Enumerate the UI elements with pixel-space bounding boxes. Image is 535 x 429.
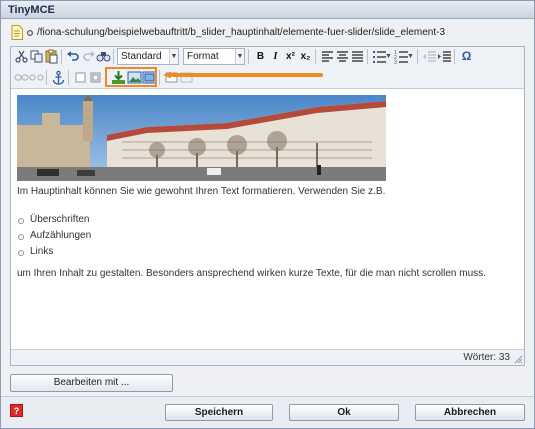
annotation-arrow	[163, 71, 323, 79]
dialog-footer: ? Speichern Ok Abbrechen	[1, 396, 534, 428]
path-separator-icon	[26, 29, 34, 37]
unlink-icon[interactable]	[28, 69, 45, 86]
style-select-value: Standard	[121, 51, 162, 62]
chevron-down-icon: ▼	[235, 49, 244, 64]
chevron-down-icon[interactable]: ▼	[406, 48, 414, 65]
document-path: /fiona-schulung/beispielwebauftritt/b_sl…	[37, 27, 446, 38]
format-select[interactable]: Format ▼	[183, 48, 245, 65]
document-icon	[11, 25, 23, 40]
ok-button[interactable]: Ok	[289, 404, 399, 421]
editor-content[interactable]: Im Hauptinhalt können Sie wie gewohnt Ih…	[11, 90, 524, 343]
word-count: Wörter: 33	[463, 352, 510, 363]
edit-with-button[interactable]: Bearbeiten mit ...	[10, 374, 173, 392]
find-icon[interactable]	[95, 48, 112, 65]
resize-grip-icon[interactable]	[514, 355, 523, 364]
content-bullet-list: Überschriften Aufzählungen Links	[17, 214, 91, 262]
align-justify-icon[interactable]	[349, 48, 366, 65]
content-paragraph-1: Im Hauptinhalt können Sie wie gewohnt Ih…	[17, 186, 386, 197]
list-item: Aufzählungen	[17, 230, 91, 246]
svg-text:3: 3	[394, 60, 397, 64]
campus-photo	[17, 95, 386, 181]
title-bar: TinyMCE	[1, 1, 534, 19]
style-select[interactable]: Standard ▼	[117, 48, 179, 65]
editor-statusbar: Wörter: 33	[11, 349, 524, 365]
cancel-button[interactable]: Abbrechen	[415, 404, 525, 421]
list-item: Überschriften	[17, 214, 91, 230]
highlighted-image-buttons	[105, 67, 157, 87]
special-character-button[interactable]: Ω	[458, 48, 475, 65]
indent-icon[interactable]	[436, 48, 453, 65]
chevron-down-icon[interactable]: ▼	[384, 48, 392, 65]
document-path-bar: /fiona-schulung/beispielwebauftritt/b_sl…	[11, 25, 526, 41]
help-icon[interactable]: ?	[10, 404, 23, 417]
anchor-icon[interactable]	[50, 69, 67, 86]
list-item: Links	[17, 246, 91, 262]
save-button[interactable]: Speichern	[165, 404, 273, 421]
content-paragraph-2: um Ihren Inhalt zu gestalten. Besonders …	[17, 268, 486, 279]
format-select-value: Format	[187, 51, 219, 62]
editor-frame: Standard ▼ Format ▼ B I x² x₂ ▼ 1 2 3 ▼ …	[10, 46, 525, 366]
chevron-down-icon: ▼	[169, 49, 178, 64]
subscript-button[interactable]: x₂	[297, 48, 314, 65]
paste-icon[interactable]	[43, 48, 60, 65]
placeholder-icon[interactable]	[87, 69, 104, 86]
tinymce-dialog: TinyMCE /fiona-schulung/beispielwebauftr…	[0, 0, 535, 429]
window-title: TinyMCE	[8, 4, 55, 16]
editor-toolbar: Standard ▼ Format ▼ B I x² x₂ ▼ 1 2 3 ▼ …	[11, 47, 524, 89]
